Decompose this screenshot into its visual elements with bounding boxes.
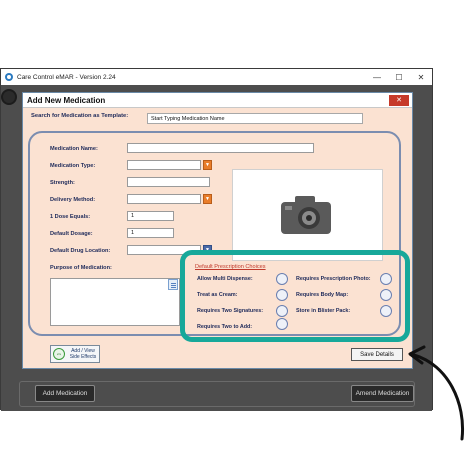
annotation-arrow-icon (408, 345, 465, 441)
notes-icon[interactable] (168, 279, 178, 290)
app-title: Care Control eMAR - Version 2.24 (17, 73, 116, 81)
medication-name-label: Medication Name: (50, 146, 98, 152)
template-search-input[interactable]: Start Typing Medication Name (147, 113, 363, 124)
maximize-icon[interactable]: ☐ (388, 73, 410, 82)
app-titlebar: Care Control eMAR - Version 2.24 — ☐ ✕ (1, 69, 432, 85)
dose-equals-label: 1 Dose Equals: (50, 214, 91, 220)
medication-type-label: Medication Type: (50, 163, 96, 169)
strength-label: Strength: (50, 180, 75, 186)
purpose-textarea[interactable] (50, 278, 180, 326)
prescription-choices-highlight (180, 250, 410, 342)
close-icon[interactable]: ✕ (410, 73, 432, 82)
window-controls: — ☐ ✕ (366, 73, 432, 82)
dialog-titlebar: Add New Medication ✕ (23, 93, 412, 108)
medication-type-dropdown-icon[interactable]: ▼ (203, 160, 212, 170)
medication-name-input[interactable] (127, 143, 314, 153)
dialog-title: Add New Medication (27, 95, 106, 105)
default-dosage-input[interactable]: 1 (127, 228, 174, 238)
add-medication-button[interactable]: Add Medication (35, 385, 95, 402)
strength-input[interactable] (127, 177, 210, 187)
default-drug-location-label: Default Drug Location: (50, 248, 111, 254)
care-control-logo-icon (5, 73, 13, 81)
minimize-icon[interactable]: — (366, 73, 388, 82)
side-effects-icon: ⇔ (53, 348, 65, 360)
template-search-row: Search for Medication as Template: (31, 113, 128, 119)
prescription-photo-area[interactable] (232, 169, 383, 261)
screenshot-page: Care Control eMAR - Version 2.24 — ☐ ✕ A… (0, 0, 474, 474)
save-details-button[interactable]: Save Details (351, 348, 403, 361)
purpose-label: Purpose of Medication: (50, 265, 112, 271)
delivery-method-dropdown-icon[interactable]: ▼ (203, 194, 212, 204)
camera-icon (281, 196, 331, 234)
side-effects-label: Add / View Side Effects (69, 348, 97, 360)
dose-equals-input[interactable]: 1 (127, 211, 174, 221)
template-search-label: Search for Medication as Template: (31, 113, 129, 119)
delivery-method-select[interactable] (127, 194, 201, 204)
dialog-close-icon[interactable]: ✕ (389, 94, 409, 106)
default-dosage-label: Default Dosage: (50, 231, 93, 237)
medication-type-select[interactable] (127, 160, 201, 170)
side-effects-button[interactable]: ⇔ Add / View Side Effects (50, 345, 100, 363)
delivery-method-label: Delivery Method: (50, 197, 96, 203)
side-nav-icon[interactable] (1, 89, 17, 105)
